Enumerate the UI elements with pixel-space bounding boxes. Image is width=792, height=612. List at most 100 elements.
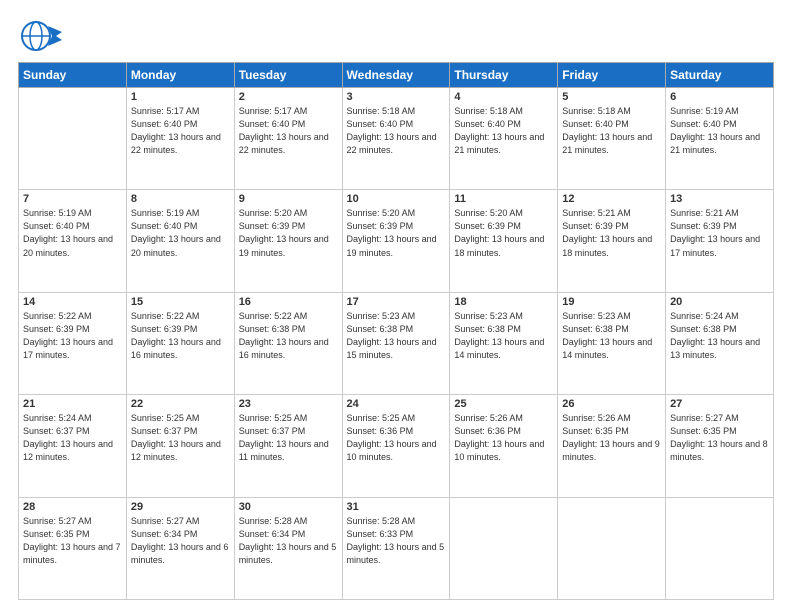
calendar-cell: 28 Sunrise: 5:27 AM Sunset: 6:35 PM Dayli…: [19, 497, 127, 599]
calendar-cell: 20 Sunrise: 5:24 AM Sunset: 6:38 PM Dayli…: [666, 292, 774, 394]
logo-icon: [18, 18, 62, 54]
day-number: 22: [131, 398, 230, 410]
calendar-cell: 8Sunrise: 5:19 AM Sunset: 6:40 PM Daylig…: [126, 190, 234, 292]
calendar-cell: [450, 497, 558, 599]
day-number: 3: [347, 91, 446, 103]
day-info: Sunrise: 5:20 AM Sunset: 6:39 PM Dayligh…: [347, 207, 446, 259]
calendar-cell: 3 Sunrise: 5:18 AM Sunset: 6:40 PM Daylig…: [342, 88, 450, 190]
day-number: 28: [23, 501, 122, 513]
day-info: Sunrise: 5:23 AM Sunset: 6:38 PM Dayligh…: [454, 310, 553, 362]
day-info: Sunrise: 5:22 AM Sunset: 6:39 PM Dayligh…: [23, 310, 122, 362]
day-info: Sunrise: 5:25 AM Sunset: 6:36 PM Dayligh…: [347, 412, 446, 464]
calendar-cell: 14 Sunrise: 5:22 AM Sunset: 6:39 PM Dayli…: [19, 292, 127, 394]
week-row-3: 14 Sunrise: 5:22 AM Sunset: 6:39 PM Dayli…: [19, 292, 774, 394]
logo: [18, 18, 66, 54]
day-number: 24: [347, 398, 446, 410]
calendar-cell: 16 Sunrise: 5:22 AM Sunset: 6:38 PM Dayli…: [234, 292, 342, 394]
day-number: 10: [347, 193, 446, 205]
day-number: 29: [131, 501, 230, 513]
calendar-cell: 22 Sunrise: 5:25 AM Sunset: 6:37 PM Dayli…: [126, 395, 234, 497]
day-info: Sunrise: 5:22 AM Sunset: 6:38 PM Dayligh…: [239, 310, 338, 362]
day-number: 12: [562, 193, 661, 205]
calendar-cell: 5Sunrise: 5:18 AM Sunset: 6:40 PM Daylig…: [558, 88, 666, 190]
weekday-header-row: SundayMondayTuesdayWednesdayThursdayFrid…: [19, 63, 774, 88]
calendar-cell: 18 Sunrise: 5:23 AM Sunset: 6:38 PM Dayli…: [450, 292, 558, 394]
calendar-cell: 4 Sunrise: 5:18 AM Sunset: 6:40 PM Daylig…: [450, 88, 558, 190]
weekday-header-monday: Monday: [126, 63, 234, 88]
weekday-header-saturday: Saturday: [666, 63, 774, 88]
day-number: 31: [347, 501, 446, 513]
day-number: 13: [670, 193, 769, 205]
weekday-header-sunday: Sunday: [19, 63, 127, 88]
calendar-cell: 31Sunrise: 5:28 AM Sunset: 6:33 PM Dayli…: [342, 497, 450, 599]
calendar-cell: 13 Sunrise: 5:21 AM Sunset: 6:39 PM Dayli…: [666, 190, 774, 292]
calendar-cell: 25 Sunrise: 5:26 AM Sunset: 6:36 PM Dayli…: [450, 395, 558, 497]
day-info: Sunrise: 5:19 AM Sunset: 6:40 PM Dayligh…: [131, 207, 230, 259]
day-info: Sunrise: 5:25 AM Sunset: 6:37 PM Dayligh…: [131, 412, 230, 464]
day-info: Sunrise: 5:23 AM Sunset: 6:38 PM Dayligh…: [347, 310, 446, 362]
day-info: Sunrise: 5:23 AM Sunset: 6:38 PM Dayligh…: [562, 310, 661, 362]
day-info: Sunrise: 5:25 AM Sunset: 6:37 PM Dayligh…: [239, 412, 338, 464]
day-number: 11: [454, 193, 553, 205]
day-info: Sunrise: 5:18 AM Sunset: 6:40 PM Dayligh…: [347, 105, 446, 157]
day-info: Sunrise: 5:24 AM Sunset: 6:37 PM Dayligh…: [23, 412, 122, 464]
day-info: Sunrise: 5:21 AM Sunset: 6:39 PM Dayligh…: [562, 207, 661, 259]
calendar-cell: 9 Sunrise: 5:20 AM Sunset: 6:39 PM Daylig…: [234, 190, 342, 292]
day-number: 2: [239, 91, 338, 103]
calendar-cell: 1 Sunrise: 5:17 AM Sunset: 6:40 PM Daylig…: [126, 88, 234, 190]
day-number: 30: [239, 501, 338, 513]
day-info: Sunrise: 5:17 AM Sunset: 6:40 PM Dayligh…: [239, 105, 338, 157]
weekday-header-thursday: Thursday: [450, 63, 558, 88]
day-info: Sunrise: 5:27 AM Sunset: 6:35 PM Dayligh…: [670, 412, 769, 464]
day-number: 9: [239, 193, 338, 205]
day-number: 23: [239, 398, 338, 410]
calendar-cell: [19, 88, 127, 190]
week-row-5: 28 Sunrise: 5:27 AM Sunset: 6:35 PM Dayli…: [19, 497, 774, 599]
week-row-4: 21 Sunrise: 5:24 AM Sunset: 6:37 PM Dayli…: [19, 395, 774, 497]
calendar-cell: 26 Sunrise: 5:26 AM Sunset: 6:35 PM Dayli…: [558, 395, 666, 497]
day-number: 26: [562, 398, 661, 410]
day-info: Sunrise: 5:26 AM Sunset: 6:35 PM Dayligh…: [562, 412, 661, 464]
day-number: 20: [670, 296, 769, 308]
weekday-header-friday: Friday: [558, 63, 666, 88]
calendar-cell: [558, 497, 666, 599]
calendar-cell: 27 Sunrise: 5:27 AM Sunset: 6:35 PM Dayli…: [666, 395, 774, 497]
calendar-cell: 2 Sunrise: 5:17 AM Sunset: 6:40 PM Daylig…: [234, 88, 342, 190]
calendar-cell: 19 Sunrise: 5:23 AM Sunset: 6:38 PM Dayli…: [558, 292, 666, 394]
page: SundayMondayTuesdayWednesdayThursdayFrid…: [0, 0, 792, 612]
day-number: 16: [239, 296, 338, 308]
day-number: 1: [131, 91, 230, 103]
calendar-cell: 30 Sunrise: 5:28 AM Sunset: 6:34 PM Dayli…: [234, 497, 342, 599]
week-row-1: 1 Sunrise: 5:17 AM Sunset: 6:40 PM Daylig…: [19, 88, 774, 190]
day-info: Sunrise: 5:18 AM Sunset: 6:40 PM Dayligh…: [454, 105, 553, 157]
day-info: Sunrise: 5:20 AM Sunset: 6:39 PM Dayligh…: [454, 207, 553, 259]
day-info: Sunrise: 5:22 AM Sunset: 6:39 PM Dayligh…: [131, 310, 230, 362]
day-info: Sunrise: 5:27 AM Sunset: 6:34 PM Dayligh…: [131, 515, 230, 567]
day-number: 7: [23, 193, 122, 205]
day-number: 6: [670, 91, 769, 103]
day-number: 27: [670, 398, 769, 410]
day-number: 14: [23, 296, 122, 308]
calendar-cell: 15Sunrise: 5:22 AM Sunset: 6:39 PM Dayli…: [126, 292, 234, 394]
day-info: Sunrise: 5:26 AM Sunset: 6:36 PM Dayligh…: [454, 412, 553, 464]
day-info: Sunrise: 5:24 AM Sunset: 6:38 PM Dayligh…: [670, 310, 769, 362]
day-info: Sunrise: 5:21 AM Sunset: 6:39 PM Dayligh…: [670, 207, 769, 259]
day-info: Sunrise: 5:17 AM Sunset: 6:40 PM Dayligh…: [131, 105, 230, 157]
day-number: 4: [454, 91, 553, 103]
weekday-header-tuesday: Tuesday: [234, 63, 342, 88]
header: [18, 18, 774, 54]
day-info: Sunrise: 5:28 AM Sunset: 6:34 PM Dayligh…: [239, 515, 338, 567]
calendar-cell: 11 Sunrise: 5:20 AM Sunset: 6:39 PM Dayli…: [450, 190, 558, 292]
day-number: 17: [347, 296, 446, 308]
day-info: Sunrise: 5:27 AM Sunset: 6:35 PM Dayligh…: [23, 515, 122, 567]
weekday-header-wednesday: Wednesday: [342, 63, 450, 88]
calendar-cell: 10 Sunrise: 5:20 AM Sunset: 6:39 PM Dayli…: [342, 190, 450, 292]
day-number: 5: [562, 91, 661, 103]
day-number: 19: [562, 296, 661, 308]
day-number: 21: [23, 398, 122, 410]
calendar-cell: 7Sunrise: 5:19 AM Sunset: 6:40 PM Daylig…: [19, 190, 127, 292]
day-number: 18: [454, 296, 553, 308]
day-number: 25: [454, 398, 553, 410]
calendar-cell: 6Sunrise: 5:19 AM Sunset: 6:40 PM Daylig…: [666, 88, 774, 190]
day-info: Sunrise: 5:20 AM Sunset: 6:39 PM Dayligh…: [239, 207, 338, 259]
